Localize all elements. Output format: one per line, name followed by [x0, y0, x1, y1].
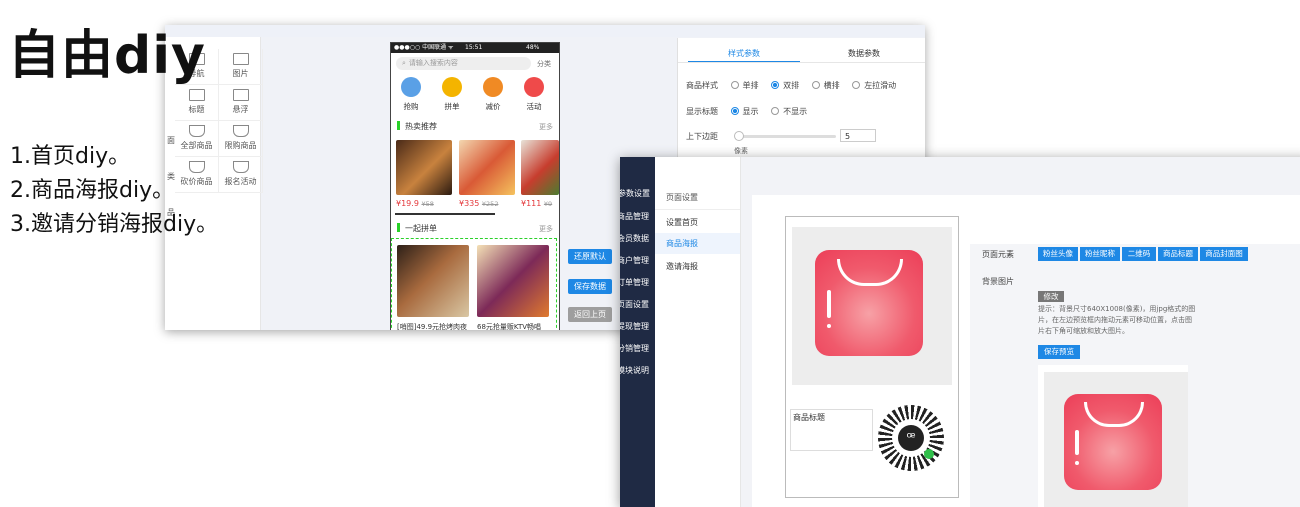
slider-handle[interactable]: [734, 131, 744, 141]
radio[interactable]: [771, 107, 780, 115]
search-input[interactable]: ⌕ 请输入搜索内容: [396, 57, 531, 70]
poster-preview: 商品标题 ꟹ: [785, 216, 959, 498]
poster-settings-panel: 页面元素 粉丝头像 粉丝昵称 二维码 商品标题 商品封面图 背景图片 修改 提示…: [970, 244, 1300, 507]
tag-icon: [483, 77, 503, 97]
bag-icon: [188, 161, 205, 173]
radio-selected[interactable]: [730, 107, 739, 115]
sub-item-home[interactable]: 设置首页: [666, 217, 698, 228]
mini-program-qr-code[interactable]: ꟹ: [878, 405, 944, 471]
product-image[interactable]: [521, 140, 559, 195]
component-all-goods[interactable]: 全部商品: [175, 121, 219, 157]
float-icon: [232, 89, 249, 101]
feature-item-2: 2.商品海报diy。: [10, 178, 175, 203]
poster-diy-screenshot: 参数设置 商品管理 会员数据 商户管理 订单管理 页面设置 提现管理 分销管理 …: [620, 157, 1300, 507]
style-row: 商品样式 单排 双排 横排 左拉滑动: [686, 81, 897, 90]
bag-handle: [1084, 402, 1144, 427]
product-price: ¥335 ¥252: [459, 199, 499, 208]
poster-title-box[interactable]: 商品标题: [790, 409, 873, 451]
save-data-button[interactable]: 保存数据: [568, 279, 612, 294]
radio[interactable]: [730, 81, 739, 89]
product-price: ¥19.9 ¥58: [396, 199, 434, 208]
show-title-row: 显示标题 显示 不显示: [686, 107, 808, 116]
radio[interactable]: [852, 81, 861, 89]
tab-style-params[interactable]: 样式参数: [728, 48, 760, 59]
quick-icon-group[interactable]: 拼单: [437, 77, 467, 112]
admin-sidebar: 参数设置 商品管理 会员数据 商户管理 订单管理 页面设置 提现管理 分销管理 …: [620, 157, 655, 507]
group-item-title: [哨图]49.9元抢烤肉夜: [397, 323, 468, 330]
poster-editor: 商品标题 ꟹ 页面元素 粉丝头像 粉丝昵称 二维码 商品标题 商品封面图 背景图…: [752, 195, 1300, 507]
partial-label: 面: [167, 136, 175, 145]
phone-status-bar: ●●●○○ 中国联通 ᯤ 15:51 48%: [391, 43, 559, 53]
scroll-indicator: [395, 213, 495, 215]
radio[interactable]: [811, 81, 820, 89]
section-hot-title: 热卖推荐: [397, 121, 437, 132]
feature-item-1: 1.首页diy。: [10, 144, 131, 169]
search-icon: ⌕: [402, 59, 406, 67]
cake-icon: [442, 77, 462, 97]
component-signup-activity[interactable]: 报名活动: [219, 157, 263, 193]
top-bar: [165, 25, 925, 37]
bag-icon: [232, 125, 249, 137]
element-fans-avatar-button[interactable]: 粉丝头像: [1038, 247, 1078, 261]
section-group-title: 一起拼单: [397, 223, 437, 234]
margin-slider[interactable]: [736, 135, 836, 138]
wechat-icon: [924, 449, 934, 459]
group-item-image[interactable]: [477, 245, 549, 317]
save-preview-button[interactable]: 保存预览: [1038, 345, 1080, 359]
component-title[interactable]: 标题: [175, 85, 219, 121]
sub-item-invite-poster[interactable]: 邀请海报: [666, 261, 698, 272]
element-goods-title-button[interactable]: 商品标题: [1158, 247, 1198, 261]
product-price: ¥111 ¥9: [521, 199, 553, 208]
unit-label: 像素: [734, 147, 748, 155]
bag-handle: [837, 259, 903, 286]
background-image[interactable]: [1044, 372, 1188, 507]
element-qrcode-button[interactable]: 二维码: [1122, 247, 1156, 261]
group-item-image[interactable]: [397, 245, 469, 317]
poster-cover-image[interactable]: [792, 227, 952, 385]
background-preview: [1038, 365, 1188, 507]
divider: [655, 209, 740, 210]
bag-icon: [188, 125, 205, 137]
component-image[interactable]: 图片: [219, 49, 263, 85]
sub-item-goods-poster[interactable]: 商品海报: [666, 238, 698, 249]
fire-icon: [524, 77, 544, 97]
quick-icon-activity[interactable]: 活动: [519, 77, 549, 112]
sub-menu-title: 页面设置: [666, 193, 698, 202]
tab-data-params[interactable]: 数据参数: [848, 48, 880, 59]
sub-menu: 页面设置 设置首页 商品海报 邀请海报: [655, 157, 741, 507]
bag-icon: [232, 161, 249, 173]
element-fans-nickname-button[interactable]: 粉丝昵称: [1080, 247, 1120, 261]
component-bargain-goods[interactable]: 砍价商品: [175, 157, 219, 193]
radio-selected[interactable]: [771, 81, 780, 89]
page-elements-label: 页面元素: [982, 250, 1014, 259]
tab-divider: [678, 62, 925, 63]
page-title: 自由diy: [8, 26, 206, 86]
more-link[interactable]: 更多: [539, 224, 553, 234]
back-button[interactable]: 返回上页: [568, 307, 612, 322]
clock-icon: [401, 77, 421, 97]
hint-text: 提示：背景尺寸640X1008(像素)，用jpg格式的图 片，在左边预览框内拖动…: [1038, 305, 1196, 335]
mini-program-icon: ꟹ: [898, 425, 924, 451]
image-icon: [232, 53, 249, 65]
quick-icon-discount[interactable]: 减价: [478, 77, 508, 112]
margin-input[interactable]: 5: [840, 129, 876, 142]
feature-item-3: 3.邀请分销海报diy。: [10, 212, 219, 237]
shopping-bag-icon: [815, 250, 923, 356]
product-image[interactable]: [459, 140, 515, 195]
category-link[interactable]: 分类: [537, 59, 551, 69]
title-icon: [188, 89, 205, 101]
margin-label: 上下边距: [686, 132, 718, 141]
restore-default-button[interactable]: 还原默认: [568, 249, 612, 264]
background-image-label: 背景图片: [982, 277, 1014, 286]
product-image[interactable]: [396, 140, 452, 195]
component-float[interactable]: 悬浮: [219, 85, 263, 121]
shopping-bag-icon: [1064, 394, 1162, 490]
group-item-title: 68元抢量贩KTV畅唱: [477, 323, 542, 330]
quick-icon-rush[interactable]: 抢购: [396, 77, 426, 112]
component-limited-goods[interactable]: 限购商品: [219, 121, 263, 157]
more-link[interactable]: 更多: [539, 122, 553, 132]
element-goods-cover-button[interactable]: 商品封面图: [1200, 247, 1248, 261]
modify-button[interactable]: 修改: [1038, 291, 1064, 302]
phone-preview: ●●●○○ 中国联通 ᯤ 15:51 48% ⌕ 请输入搜索内容 分类 抢购 拼单…: [390, 42, 560, 330]
